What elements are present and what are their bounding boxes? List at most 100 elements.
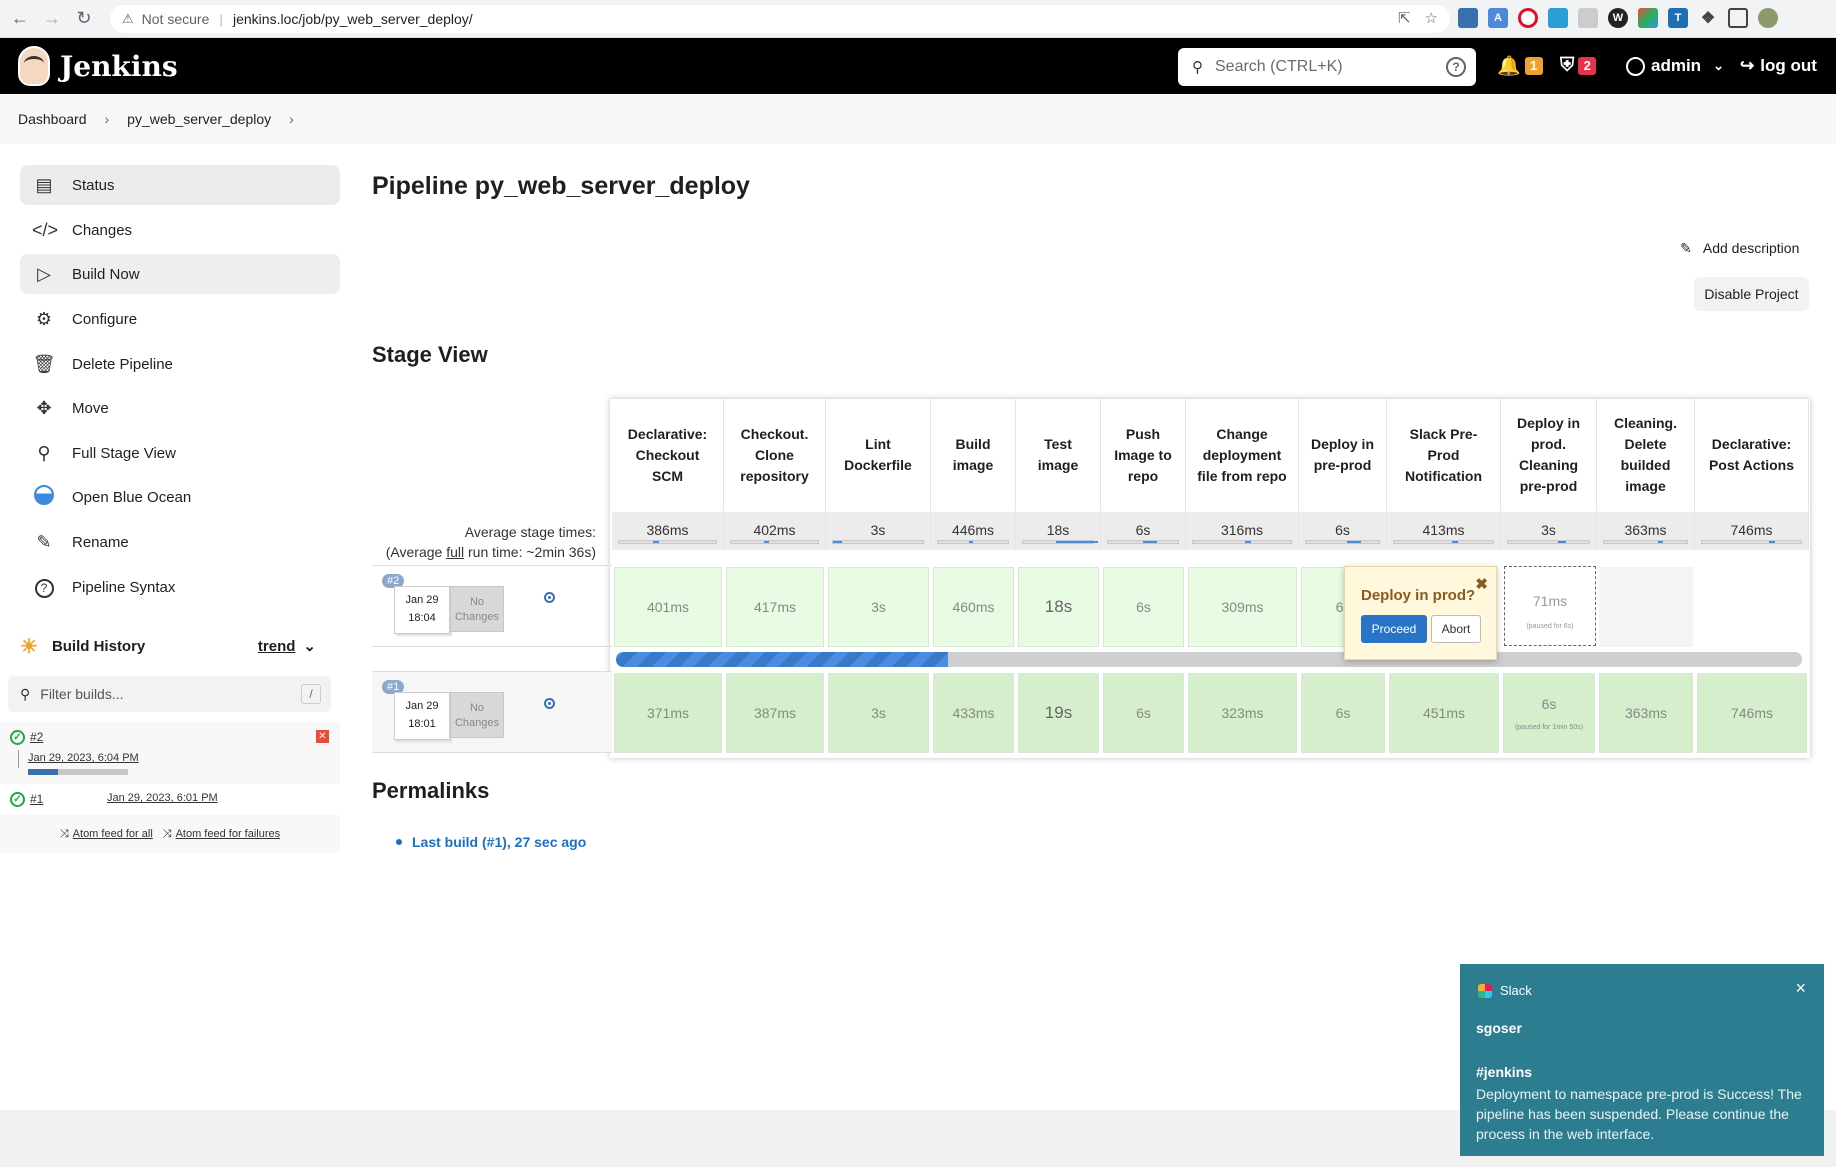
stage-cell[interactable]: 19s <box>1018 673 1099 753</box>
breadcrumb-job[interactable]: py_web_server_deploy <box>127 111 271 127</box>
slack-notification[interactable]: Slack × sgoser #jenkins Deployment to na… <box>1460 964 1824 1156</box>
close-icon[interactable]: ✖ <box>1475 575 1488 593</box>
sidepanel-icon[interactable] <box>1728 8 1748 28</box>
share-icon[interactable]: ⇱ <box>1398 9 1411 27</box>
profile-avatar-icon[interactable] <box>1758 8 1778 28</box>
target-icon[interactable] <box>544 698 555 709</box>
extension-grid-icon[interactable] <box>1638 8 1658 28</box>
stage-header: Deploy in pre-prod <box>1299 399 1387 511</box>
stage-header: Lint Dockerfile <box>826 399 931 511</box>
add-description-link[interactable]: ✎ Add description <box>1680 240 1799 257</box>
sidebar-item-label: Delete Pipeline <box>72 355 173 373</box>
stage-average-bar <box>618 540 717 544</box>
sidebar-item-move[interactable]: ✥ Move <box>20 388 340 428</box>
extension-t-icon[interactable]: T <box>1668 8 1688 28</box>
stage-cell[interactable]: 460ms <box>933 567 1014 647</box>
notifications-badge: 1 <box>1524 57 1543 75</box>
paused-note: (paused for 6s) <box>1526 623 1574 630</box>
notifications-button[interactable]: 🔔 1 <box>1497 38 1543 94</box>
close-icon[interactable]: × <box>1795 978 1806 999</box>
cancel-build-icon[interactable]: ✕ <box>316 730 329 743</box>
stage-cell[interactable]: 417ms <box>726 567 824 647</box>
stage-average-bar <box>1701 540 1802 544</box>
stage-cell[interactable]: 3s <box>828 567 929 647</box>
extension-w-icon[interactable]: W <box>1608 8 1628 28</box>
permalinks-title: Permalinks <box>372 778 490 803</box>
stage-average-time: 402ms <box>753 522 796 538</box>
sidebar-item-changes[interactable]: </> Changes <box>20 210 340 250</box>
jenkins-logo[interactable]: Jenkins <box>18 46 178 86</box>
paused-stage-cell[interactable]: 71ms (paused for 6s) <box>1504 566 1596 646</box>
stage-cell[interactable]: 309ms <box>1188 567 1297 647</box>
breadcrumb-dashboard[interactable]: Dashboard <box>18 111 87 127</box>
run-row-1: #1 Jan 29 18:01 No Changes <box>372 671 612 753</box>
sidebar-item-open-blue-ocean[interactable]: Open Blue Ocean <box>20 477 340 517</box>
stage-cell[interactable]: 401ms <box>614 567 722 647</box>
stage-header: Slack Pre-Prod Notification <box>1387 399 1501 511</box>
permalink-last-build[interactable]: Last build (#1), 27 sec ago <box>412 834 586 850</box>
sidebar-item-delete-pipeline[interactable]: 🗑 Delete Pipeline <box>20 344 340 384</box>
sidebar-item-full-stage-view[interactable]: ⚲ Full Stage View <box>20 433 340 473</box>
stage-cell[interactable]: 6s <box>1103 567 1184 647</box>
stage-cell[interactable]: 451ms <box>1389 673 1499 753</box>
stage-cell[interactable]: 323ms <box>1188 673 1297 753</box>
target-icon[interactable] <box>544 592 555 603</box>
sidebar-item-rename[interactable]: ✎ Rename <box>20 522 340 562</box>
no-changes-box[interactable]: No Changes <box>450 586 504 632</box>
trend-link[interactable]: trend <box>258 638 296 655</box>
build-date[interactable]: Jan 29, 2023, 6:04 PM <box>28 752 139 764</box>
stage-average-bar <box>1603 540 1688 544</box>
stage-cell[interactable]: 18s <box>1018 567 1099 647</box>
no-changes-box[interactable]: No Changes <box>450 692 504 738</box>
extension-bookmarks-icon[interactable] <box>1458 8 1478 28</box>
stage-cell[interactable]: 6s <box>1301 673 1385 753</box>
build-link[interactable]: #2 <box>30 730 43 744</box>
user-menu[interactable]: admin ⌄ <box>1626 38 1724 94</box>
back-icon[interactable]: ← <box>8 7 32 31</box>
stage-cell[interactable]: 387ms <box>726 673 824 753</box>
chevron-right-icon[interactable]: › <box>289 111 294 127</box>
pencil-icon: ✎ <box>1680 240 1692 256</box>
extension-window-icon[interactable] <box>1548 8 1568 28</box>
stage-cell[interactable]: 371ms <box>614 673 722 753</box>
stage-cell[interactable]: 433ms <box>933 673 1014 753</box>
stage-cell[interactable]: 6s <box>1103 673 1184 753</box>
address-bar[interactable]: ⚠ Not secure | jenkins.loc/job/py_web_se… <box>110 5 1450 33</box>
build-date[interactable]: Jan 29, 2023, 6:01 PM <box>107 792 218 804</box>
search-help-icon[interactable]: ? <box>1446 57 1466 77</box>
slack-app-name: Slack <box>1500 983 1532 998</box>
search-box[interactable]: ⚲ Search (CTRL+K) ? <box>1178 48 1476 86</box>
forward-icon[interactable]: → <box>40 7 64 31</box>
stage-average-bar-fill <box>652 541 659 543</box>
sidebar-item-pipeline-syntax[interactable]: ? Pipeline Syntax <box>20 567 340 607</box>
sidebar-item-build-now[interactable]: ▷ Build Now <box>20 254 340 294</box>
stage-cell[interactable]: 746ms <box>1697 673 1807 753</box>
bookmark-star-icon[interactable]: ☆ <box>1425 9 1438 27</box>
atom-feed-all-link[interactable]: Atom feed for all <box>73 828 153 840</box>
extensions-puzzle-icon[interactable]: ❖ <box>1698 8 1718 28</box>
proceed-button[interactable]: Proceed <box>1361 615 1427 643</box>
stage-cell[interactable]: 3s <box>828 673 929 753</box>
filter-builds-input[interactable]: ⚲ Filter builds... / <box>8 676 331 712</box>
abort-button[interactable]: Abort <box>1431 615 1481 643</box>
reload-icon[interactable]: ↻ <box>72 7 96 31</box>
trash-icon: 🗑 <box>32 353 56 374</box>
search-placeholder: Search (CTRL+K) <box>1215 58 1343 75</box>
sidebar-item-configure[interactable]: ⚙ Configure <box>20 299 340 339</box>
extension-translate-icon[interactable]: A <box>1488 8 1508 28</box>
extension-opera-icon[interactable] <box>1518 8 1538 28</box>
sidebar-item-label: Changes <box>72 221 133 239</box>
disable-project-button[interactable]: Disable Project <box>1694 277 1809 311</box>
stage-average-bar <box>1393 540 1494 544</box>
chevron-down-icon[interactable]: ⌄ <box>303 637 316 655</box>
stage-cell[interactable]: 363ms <box>1599 673 1693 753</box>
security-button[interactable]: ⛨ 2 <box>1560 38 1597 94</box>
sidebar-item-status[interactable]: ▤ Status <box>20 165 340 205</box>
run-progress-fill <box>616 652 949 667</box>
atom-feed-failures-link[interactable]: Atom feed for failures <box>176 828 281 840</box>
stage-average-cell: 6s <box>1299 512 1387 550</box>
stage-cell[interactable]: 6s (paused for 1min 50s) <box>1503 673 1595 753</box>
extension-camera-icon[interactable] <box>1578 8 1598 28</box>
logout-button[interactable]: ↪ log out <box>1740 38 1817 94</box>
build-link[interactable]: #1 <box>30 792 43 806</box>
